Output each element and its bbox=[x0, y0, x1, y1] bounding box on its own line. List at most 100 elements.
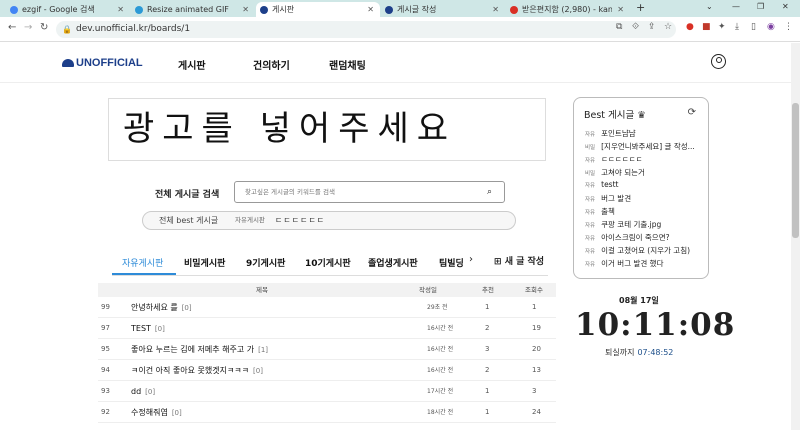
nav-suggest[interactable]: 건의하기 bbox=[253, 57, 290, 72]
site-logo[interactable]: UNOFFICIAL bbox=[62, 57, 143, 69]
forward-icon[interactable]: → bbox=[24, 22, 32, 33]
best-item[interactable]: 자유 쿠팡 코테 기출.jpg bbox=[585, 219, 705, 230]
best-ticker-title: ㄷㄷㄷㄷㄷㄷ bbox=[275, 216, 326, 225]
reload-icon[interactable]: ↻ bbox=[40, 22, 48, 33]
ad-banner: 광고를 넣어주세요 bbox=[108, 98, 546, 161]
header-views: 조회수 bbox=[525, 286, 543, 294]
close-icon[interactable]: ✕ bbox=[242, 2, 249, 17]
header-date: 작성일 bbox=[419, 286, 437, 294]
search-label: 전체 게시글 검색 bbox=[155, 190, 220, 200]
browser-tab-resize-gif[interactable]: Resize animated GIF ✕ bbox=[131, 2, 255, 17]
bookmark-icon[interactable]: ☆ bbox=[664, 22, 672, 32]
close-icon[interactable]: ✕ bbox=[492, 2, 499, 17]
browser-tab-board[interactable]: 게시판 ✕ bbox=[256, 2, 380, 17]
best-item[interactable]: 자유 이걸 고쳤어요 (지우가 고침) bbox=[585, 245, 705, 256]
page-scrollbar[interactable] bbox=[791, 43, 800, 430]
lock-icon: 🔒 bbox=[62, 25, 72, 34]
tab-search-icon[interactable]: ⌄ bbox=[706, 2, 713, 11]
tab-9th-board[interactable]: 9기게시판 bbox=[246, 256, 285, 269]
url-field[interactable]: 🔒 dev.unofficial.kr/boards/1 bbox=[56, 21, 676, 38]
gmail-icon bbox=[510, 5, 518, 14]
search-input[interactable]: 찾고싶은 게시글의 키워드를 검색 ⌕ bbox=[234, 181, 505, 203]
extension-red-icon[interactable]: ■ bbox=[702, 22, 711, 32]
new-tab-button[interactable]: + bbox=[636, 1, 645, 14]
logo-icon bbox=[62, 59, 74, 68]
user-icon[interactable] bbox=[711, 54, 726, 69]
header-rec: 추천 bbox=[482, 286, 494, 294]
best-item[interactable]: 비밀 [지우언니봐주세요] 글 작성... bbox=[585, 141, 705, 152]
post-title[interactable]: ㅋ이건 아직 좋아요 못했겟지ㅋㅋㅋ [0] bbox=[131, 360, 263, 382]
browser-tab-gmail[interactable]: 받은편지함 (2,980) - kanghee96✕ bbox=[506, 2, 630, 17]
table-row[interactable]: 95 좋아요 누르는 김에 저메추 해주고 가 [1] 16시간 전 3 20 bbox=[98, 339, 556, 360]
unofficial-icon bbox=[385, 5, 393, 14]
extensions-icon[interactable]: ✦ bbox=[718, 22, 726, 32]
scroll-thumb[interactable] bbox=[792, 103, 799, 238]
table-row[interactable]: 92 수정해줘염 [0] 18시간 전 1 24 bbox=[98, 402, 556, 423]
install-icon[interactable]: ⧉ bbox=[616, 22, 622, 32]
best-item[interactable]: 자유 이거 버그 발견 했다 bbox=[585, 258, 705, 269]
post-title[interactable]: 안녕하세요 를 [0] bbox=[131, 297, 192, 319]
checkout-countdown: 퇴실까지 07:48:52 bbox=[605, 348, 674, 357]
plus-icon: ⊞ bbox=[494, 257, 505, 267]
browser-tab-bar: ezgif - Google 검색 ✕ Resize animated GIF ✕ … bbox=[0, 0, 800, 17]
search-icon[interactable]: ⌕ bbox=[487, 182, 492, 202]
tab-free-board[interactable]: 자유게시판 bbox=[122, 256, 163, 269]
window-close-icon[interactable]: ✕ bbox=[782, 2, 789, 11]
close-icon[interactable]: ✕ bbox=[617, 2, 624, 17]
table-row[interactable]: 93 dd [0] 17시간 전 1 3 bbox=[98, 381, 556, 402]
clock-date: 08월 17일 bbox=[619, 296, 659, 305]
close-icon[interactable]: ✕ bbox=[117, 2, 124, 17]
best-item[interactable]: 비밀 고쳐야 되는거 bbox=[585, 167, 705, 178]
address-bar-row: ← → ↻ 🔒 dev.unofficial.kr/boards/1 ⧉ ⟐ ⇪… bbox=[0, 17, 800, 42]
best-ticker[interactable]: 전체 best 게시글 자유게시판 ㄷㄷㄷㄷㄷㄷ bbox=[142, 211, 516, 230]
minimize-icon[interactable]: — bbox=[732, 2, 740, 11]
header-title: 제목 bbox=[256, 286, 268, 294]
board-tabs: 자유게시판 비밀게시판 9기게시판 10기게시판 졸업생게시판 팀빌딩 › ⊞ … bbox=[112, 248, 548, 276]
write-post-button[interactable]: ⊞ 새 글 작성 bbox=[494, 254, 544, 267]
maximize-icon[interactable]: ❐ bbox=[757, 2, 764, 11]
chevron-right-icon[interactable]: › bbox=[469, 254, 473, 265]
best-item[interactable]: 자유 버그 발견 bbox=[585, 193, 705, 204]
site-header: UNOFFICIAL 게시판 건의하기 랜덤채팅 bbox=[0, 43, 791, 83]
browser-tab-write[interactable]: 게시글 작성 ✕ bbox=[381, 2, 505, 17]
ezgif-icon bbox=[135, 5, 143, 14]
profile-avatar[interactable]: ◉ bbox=[767, 22, 775, 32]
browser-tab-ezgif-search[interactable]: ezgif - Google 검색 ✕ bbox=[6, 2, 130, 17]
post-title[interactable]: 수정해줘염 [0] bbox=[131, 402, 182, 424]
menu-icon[interactable]: ⋮ bbox=[784, 22, 793, 32]
post-title[interactable]: dd [0] bbox=[131, 381, 155, 403]
post-title[interactable]: 좋아요 누르는 김에 저메추 해주고 가 [1] bbox=[131, 339, 268, 361]
nav-board[interactable]: 게시판 bbox=[178, 57, 206, 72]
close-icon[interactable]: ✕ bbox=[367, 2, 374, 17]
best-item[interactable]: 자유 ㄷㄷㄷㄷㄷㄷ bbox=[585, 154, 705, 165]
google-icon bbox=[10, 5, 18, 14]
best-ticker-label: 전체 best 게시글 bbox=[159, 216, 219, 225]
best-item[interactable]: 자유 포인트냠냠 bbox=[585, 128, 705, 139]
active-tab-indicator bbox=[112, 273, 176, 275]
tab-secret-board[interactable]: 비밀게시판 bbox=[184, 256, 225, 269]
table-header: 제목 작성일 추천 조회수 bbox=[98, 283, 556, 297]
best-posts-panel: Best 게시글 ♛ ⟳ 자유 포인트냠냠 비밀 [지우언니봐주세요] 글 작성..… bbox=[573, 97, 709, 279]
best-ticker-board: 자유게시판 bbox=[235, 216, 265, 224]
table-row[interactable]: 97 TEST [0] 16시간 전 2 19 bbox=[98, 318, 556, 339]
sidepanel-icon[interactable]: ▯ bbox=[751, 22, 756, 32]
post-title[interactable]: TEST [0] bbox=[131, 318, 165, 340]
tab-10th-board[interactable]: 10기게시판 bbox=[305, 256, 351, 269]
best-item[interactable]: 자유 아이스크림이 죽으면? bbox=[585, 232, 705, 243]
refresh-icon[interactable]: ⟳ bbox=[688, 107, 696, 118]
post-table: 제목 작성일 추천 조회수 99 안녕하세요 를 [0] 29초 전 1 1 97… bbox=[98, 283, 556, 423]
download-icon[interactable]: ⤓ bbox=[735, 22, 739, 32]
tab-graduate-board[interactable]: 졸업생게시판 bbox=[368, 256, 418, 269]
translate-icon[interactable]: ⟐ bbox=[632, 22, 639, 32]
best-panel-title: Best 게시글 ♛ bbox=[584, 110, 646, 121]
clock-time: 10:11:08 bbox=[575, 307, 736, 343]
table-row[interactable]: 94 ㅋ이건 아직 좋아요 못했겟지ㅋㅋㅋ [0] 16시간 전 2 13 bbox=[98, 360, 556, 381]
tab-team-building[interactable]: 팀빌딩 bbox=[439, 256, 465, 269]
table-row[interactable]: 99 안녕하세요 를 [0] 29초 전 1 1 bbox=[98, 297, 556, 318]
share-icon[interactable]: ⇪ bbox=[648, 22, 656, 32]
extension-color-icon[interactable]: ● bbox=[686, 22, 694, 32]
back-icon[interactable]: ← bbox=[8, 22, 16, 33]
nav-random-chat[interactable]: 랜덤채팅 bbox=[329, 57, 366, 72]
best-item[interactable]: 자유 testt bbox=[585, 180, 705, 189]
best-item[interactable]: 자유 출첵 bbox=[585, 206, 705, 217]
